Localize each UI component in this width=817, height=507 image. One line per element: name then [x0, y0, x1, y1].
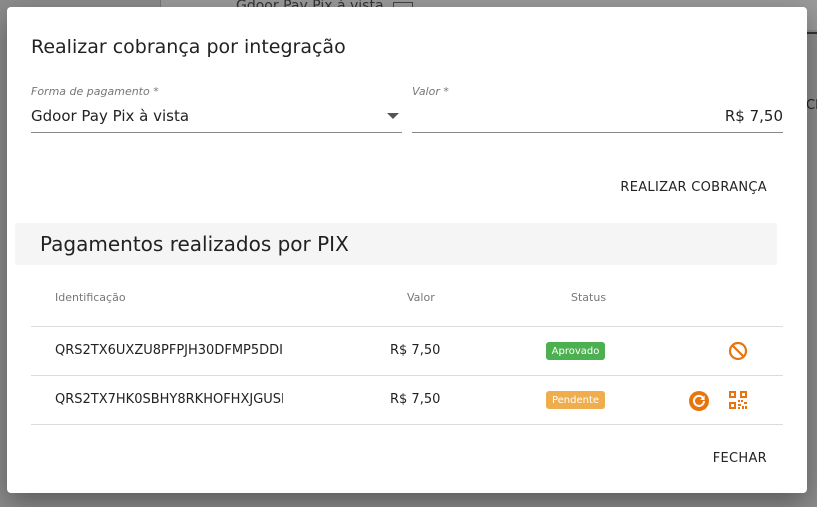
status-badge-approved: Aprovado — [546, 342, 605, 360]
dialog-title: Realizar cobrança por integração — [31, 36, 346, 58]
background-right-text: CR — [806, 98, 817, 113]
section-title: Pagamentos realizados por PIX — [40, 232, 349, 256]
charge-dialog: Realizar cobrança por integração Forma d… — [7, 7, 807, 493]
row-2-value: R$ 7,50 — [390, 392, 441, 407]
row-1-value: R$ 7,50 — [390, 343, 441, 358]
column-header-id: Identificação — [55, 291, 126, 304]
payment-method-underline — [31, 132, 402, 133]
status-badge-pending: Pendente — [546, 391, 605, 409]
table-divider — [31, 326, 783, 327]
row-2-id: QRS2TX7HK0SBHY8RKHOFHXJGUSI — [55, 392, 283, 407]
refresh-icon[interactable] — [688, 390, 710, 412]
table-divider — [31, 424, 783, 425]
chevron-down-icon[interactable] — [387, 113, 399, 119]
column-header-value: Valor — [407, 291, 435, 304]
payment-method-select[interactable]: Gdoor Pay Pix à vista — [31, 107, 189, 125]
amount-input[interactable]: R$ 7,50 — [725, 107, 783, 125]
column-header-status: Status — [571, 291, 607, 304]
amount-label: Valor * — [412, 85, 449, 98]
close-button[interactable]: FECHAR — [713, 451, 767, 466]
cancel-icon[interactable] — [728, 341, 748, 361]
qr-code-icon[interactable] — [728, 390, 748, 410]
charge-button[interactable]: REALIZAR COBRANÇA — [620, 180, 767, 195]
payment-method-label: Forma de pagamento * — [31, 85, 159, 98]
row-1-id: QRS2TX6UXZU8PFPJH30DFMP5DDI — [55, 343, 283, 358]
pix-section-header: Pagamentos realizados por PIX — [15, 223, 777, 265]
table-divider — [31, 375, 783, 376]
amount-underline — [412, 132, 783, 133]
